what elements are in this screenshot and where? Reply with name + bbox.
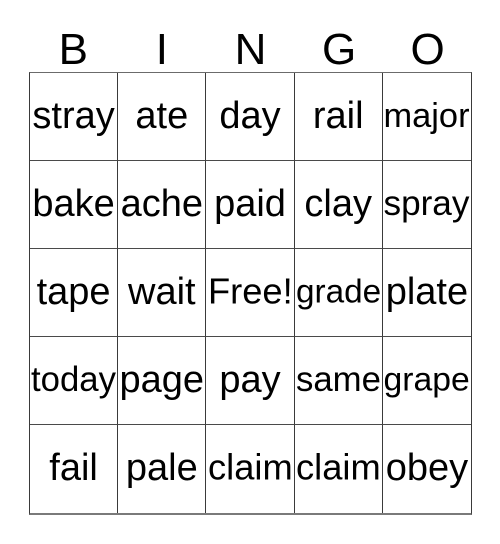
bingo-cell-label: claim: [207, 448, 293, 489]
bingo-cell-label: same: [295, 360, 381, 399]
bingo-cell[interactable]: stray: [30, 73, 119, 161]
bingo-cell-label: page: [119, 358, 205, 401]
bingo-cell[interactable]: fail: [30, 425, 119, 513]
bingo-cell-label: day: [219, 94, 281, 137]
bingo-cell-label: ate: [135, 94, 189, 137]
bingo-cell-label: tape: [36, 270, 111, 313]
bingo-free-label: Free!: [207, 271, 293, 312]
bingo-cell-label: spray: [383, 184, 470, 224]
bingo-cell[interactable]: same: [294, 337, 383, 425]
bingo-cell-label: today: [31, 360, 117, 399]
bingo-cell-label: pay: [219, 358, 281, 401]
bingo-cell[interactable]: ache: [118, 161, 207, 249]
bingo-header-letter-g: G: [321, 25, 357, 74]
bingo-cell-label: wait: [128, 270, 196, 313]
bingo-cell[interactable]: tape: [30, 249, 119, 337]
bingo-cell[interactable]: wait: [118, 249, 207, 337]
bingo-cell[interactable]: pay: [206, 337, 295, 425]
bingo-cell-label: pale: [125, 447, 198, 490]
bingo-cell[interactable]: spray: [382, 161, 471, 249]
bingo-cell-label: ache: [120, 182, 203, 225]
bingo-cell[interactable]: plate: [382, 249, 471, 337]
bingo-cell[interactable]: grape: [382, 337, 471, 425]
bingo-header-letter-n: N: [234, 25, 267, 74]
bingo-cell[interactable]: grade: [294, 249, 383, 337]
bingo-header-letter-o: O: [410, 25, 445, 74]
bingo-cell[interactable]: pale: [118, 425, 207, 513]
bingo-cell[interactable]: page: [118, 337, 207, 425]
bingo-cell[interactable]: day: [206, 73, 295, 161]
bingo-cell[interactable]: obey: [382, 425, 471, 513]
bingo-cell-label: grade: [295, 273, 381, 311]
bingo-cell[interactable]: bake: [30, 161, 119, 249]
bingo-cell-label: paid: [214, 182, 286, 225]
bingo-cell[interactable]: clay: [294, 161, 383, 249]
bingo-cell[interactable]: major: [382, 73, 471, 161]
bingo-cell-label: claim: [295, 448, 381, 489]
bingo-header-cell-n: N: [206, 18, 295, 72]
bingo-header-cell-b: B: [29, 18, 118, 72]
bingo-header-cell-o: O: [383, 18, 472, 72]
bingo-cell[interactable]: rail: [294, 73, 383, 161]
bingo-cell[interactable]: ate: [118, 73, 207, 161]
bingo-cell-free[interactable]: Free!: [206, 249, 295, 337]
bingo-cell-label: major: [383, 96, 470, 135]
bingo-cell[interactable]: claim: [206, 425, 295, 513]
bingo-header-cell-i: I: [118, 18, 207, 72]
bingo-header-row: B I N G O: [29, 18, 472, 72]
bingo-cell-label: rail: [312, 94, 364, 137]
bingo-card: B I N G O stray ate day rail major bake …: [0, 0, 500, 544]
bingo-cell-label: stray: [32, 94, 115, 137]
bingo-header-cell-g: G: [295, 18, 384, 72]
bingo-header-letter-b: B: [58, 25, 88, 74]
bingo-cell-label: grape: [383, 361, 470, 399]
bingo-cell-label: fail: [49, 447, 98, 490]
bingo-cell-label: clay: [304, 182, 372, 225]
bingo-cell[interactable]: claim: [294, 425, 383, 513]
bingo-cell-label: obey: [385, 447, 469, 490]
bingo-cell[interactable]: paid: [206, 161, 295, 249]
bingo-header-letter-i: I: [155, 25, 168, 74]
bingo-cell[interactable]: today: [30, 337, 119, 425]
bingo-cell-label: plate: [385, 270, 469, 313]
bingo-grid: stray ate day rail major bake ache paid …: [29, 72, 472, 515]
bingo-cell-label: bake: [32, 182, 115, 225]
